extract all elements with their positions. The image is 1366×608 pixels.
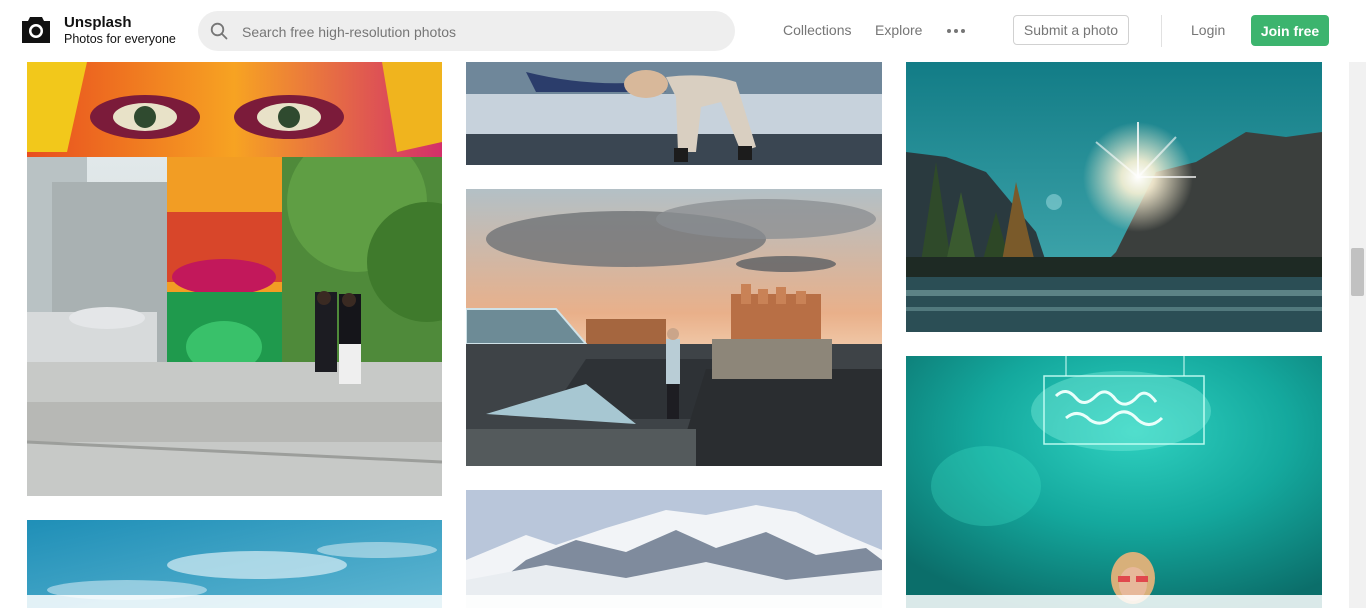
photo-people-on-bench[interactable] [466, 62, 882, 165]
brand-tagline: Photos for everyone [64, 32, 176, 46]
bottom-fade-overlay [0, 595, 1349, 608]
photo-rooftop-sunset[interactable] [466, 189, 882, 466]
submit-photo-button[interactable]: Submit a photo [1013, 15, 1129, 45]
scrollbar-thumb[interactable] [1351, 248, 1364, 296]
photo-street-mural[interactable] [27, 62, 442, 496]
search-bar[interactable] [198, 11, 735, 53]
search-icon[interactable] [210, 22, 228, 40]
nav-explore-link[interactable]: Explore [875, 22, 922, 38]
join-free-button[interactable]: Join free [1251, 15, 1329, 46]
login-link[interactable]: Login [1191, 22, 1225, 38]
top-nav-bar: Unsplash Photos for everyone Collections… [0, 0, 1366, 62]
brand-name[interactable]: Unsplash [64, 14, 132, 31]
ellipsis-icon[interactable] [946, 22, 966, 40]
nav-collections-link[interactable]: Collections [783, 22, 851, 38]
photo-snowy-mountains[interactable] [466, 490, 882, 608]
photo-valley-sunburst[interactable] [906, 62, 1322, 332]
camera-logo-icon[interactable] [20, 14, 52, 46]
scrollbar-track[interactable] [1349, 0, 1366, 608]
nav-divider [1161, 15, 1162, 47]
photo-neon-sign-portrait[interactable] [906, 356, 1322, 608]
search-input[interactable] [240, 11, 724, 53]
